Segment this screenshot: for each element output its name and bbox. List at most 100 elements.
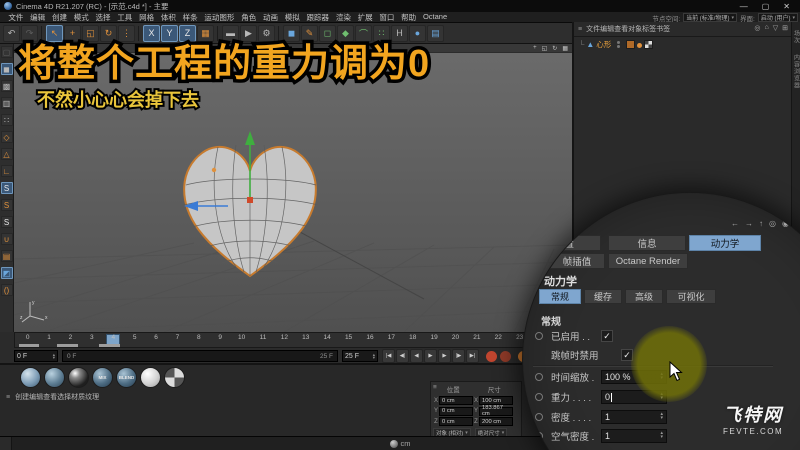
frame-number[interactable]: 2 [60, 334, 81, 341]
material-menu-item[interactable]: 纹理 [85, 392, 99, 402]
position-x-field[interactable]: 0 cm [439, 396, 473, 405]
size-z-field[interactable]: 200 cm [479, 417, 513, 426]
goto-start-button[interactable]: |◀ [382, 349, 395, 363]
subtab-expert[interactable]: 高级 [625, 289, 663, 304]
menu-item[interactable]: 模式 [70, 12, 92, 23]
lock-icon[interactable]: ◉ [782, 219, 789, 228]
minimize-button[interactable]: — [740, 2, 748, 11]
play-button[interactable]: ▶ [424, 349, 437, 363]
timeline-ruler[interactable]: 0123456789101112131415161718192021222324… [14, 332, 572, 348]
frame-number[interactable]: 15 [338, 334, 359, 341]
material-menu-item[interactable]: 选择 [57, 392, 71, 402]
material-menu-item[interactable]: 编辑 [29, 392, 43, 402]
prev-frame-button[interactable]: ◀ [410, 349, 423, 363]
menu-item[interactable]: 角色 [238, 12, 260, 23]
key-circle-icon[interactable] [535, 393, 543, 401]
edges-mode-icon[interactable]: ◇ [0, 131, 13, 143]
frame-number[interactable]: 3 [81, 334, 102, 341]
position-z-field[interactable]: 0 cm [439, 417, 473, 426]
axis-origin[interactable] [247, 197, 253, 203]
corner-grip[interactable] [0, 437, 12, 450]
subtab-visualization[interactable]: 可视化 [666, 289, 716, 304]
prev-key-button[interactable]: ◀| [396, 349, 409, 363]
frame-number[interactable]: 19 [423, 334, 444, 341]
menu-item[interactable]: 动画 [260, 12, 282, 23]
size-x-field[interactable]: 100 cm [479, 396, 513, 405]
material-sphere[interactable] [140, 367, 161, 388]
material-sphere-mix[interactable]: MIX [92, 367, 113, 388]
frame-number[interactable]: 8 [188, 334, 209, 341]
menu-item[interactable]: 跟踪器 [303, 12, 332, 23]
record-objects-button[interactable] [500, 351, 511, 362]
frame-number[interactable]: 21 [466, 334, 487, 341]
make-editable-icon[interactable]: ▢ [0, 46, 13, 58]
stepper-icon[interactable]: ▴▾ [53, 352, 55, 360]
menu-item[interactable]: 编辑 [27, 12, 49, 23]
home-icon[interactable]: ⌂ [765, 24, 769, 32]
size-y-field[interactable]: 183.867 cm [479, 405, 513, 417]
tab-project-settings[interactable]: 工程设置 [523, 235, 601, 251]
frame-number[interactable]: 20 [445, 334, 466, 341]
tab-dynamics[interactable]: 动力学 [689, 235, 761, 251]
frame-number[interactable]: 13 [295, 334, 316, 341]
back-icon[interactable]: ← [731, 219, 739, 228]
frame-number[interactable]: 12 [274, 334, 295, 341]
next-key-button[interactable]: |▶ [452, 349, 465, 363]
material-sphere-blend[interactable]: BLEND [116, 367, 137, 388]
position-y-field[interactable]: 0 cm [439, 406, 473, 416]
subtab-cache[interactable]: 缓存 [584, 289, 622, 304]
menu-item[interactable]: 体积 [157, 12, 179, 23]
frame-number[interactable]: 6 [145, 334, 166, 341]
material-sphere[interactable] [68, 367, 89, 388]
menu-item[interactable]: 扩展 [354, 12, 376, 23]
points-mode-icon[interactable]: ∷ [0, 114, 13, 126]
menu-item[interactable]: 工具 [114, 12, 136, 23]
object-menu-item[interactable]: 对象 [628, 24, 642, 34]
polygons-mode-icon[interactable]: △ [0, 148, 13, 160]
magnet-icon[interactable]: ∪ [0, 233, 13, 245]
selected-vertex[interactable] [211, 167, 217, 173]
subtab-general[interactable]: 常规 [539, 289, 581, 304]
menu-item[interactable]: 渲染 [332, 12, 354, 23]
filter-icon[interactable]: ▽ [773, 24, 778, 32]
key-circle-icon[interactable] [535, 413, 543, 421]
snap-toggle-icon[interactable]: S [0, 182, 13, 194]
frame-number[interactable]: 7 [167, 334, 188, 341]
end-frame-field[interactable]: 25 F ▴ ▾ [342, 350, 378, 362]
hamburger-icon[interactable]: ≡ [578, 26, 582, 33]
next-frame-button[interactable]: ▶ [438, 349, 451, 363]
workplane-mode-icon[interactable]: ▥ [0, 97, 13, 109]
tab-octane-render[interactable]: Octane Render [608, 253, 688, 269]
key-circle-icon[interactable] [535, 373, 543, 381]
snap-2d-icon[interactable]: S [0, 199, 13, 211]
menu-item[interactable]: 选择 [92, 12, 114, 23]
close-button[interactable]: ✕ [783, 2, 790, 11]
object-menu-item[interactable]: 标签 [642, 24, 656, 34]
material-menu-item[interactable]: 材质 [71, 392, 85, 402]
search-icon[interactable]: ◎ [769, 219, 776, 228]
frame-number[interactable]: 11 [252, 334, 273, 341]
stepper-icon[interactable]: ▴▾ [373, 352, 375, 360]
object-menu-item[interactable]: 查看 [614, 24, 628, 34]
texture-mode-icon[interactable]: ▩ [0, 80, 13, 92]
menu-item[interactable]: 帮助 [398, 12, 420, 23]
object-menu-item[interactable]: 书签 [656, 24, 670, 34]
object-menu-item[interactable]: 编辑 [600, 24, 614, 34]
menu-item[interactable]: 文件 [5, 12, 27, 23]
workplane-paint-icon[interactable]: ◩ [0, 267, 13, 279]
side-tab-takes[interactable]: 场次 [792, 30, 800, 44]
visibility-dots[interactable] [617, 41, 621, 48]
grid-icon[interactable]: ⊞ [795, 219, 800, 228]
object-menu-item[interactable]: 文件 [586, 24, 600, 34]
hamburger-icon[interactable]: ≡ [6, 394, 10, 401]
up-icon[interactable]: ↑ [759, 219, 763, 228]
frame-number[interactable]: 1 [38, 334, 59, 341]
menu-item[interactable]: 网格 [136, 12, 158, 23]
current-frame-field[interactable]: 0 F ▴ ▾ [14, 350, 58, 362]
material-sphere-checker[interactable] [164, 367, 185, 388]
view-toggle-icon[interactable]: ▦ [562, 45, 568, 52]
layout-dropdown[interactable]: 启动 (用户) ▾ [757, 13, 798, 22]
frame-number[interactable]: 10 [231, 334, 252, 341]
model-mode-icon[interactable]: ◼ [0, 63, 13, 75]
density-field[interactable]: 1 ▴ ▾ [601, 410, 667, 424]
